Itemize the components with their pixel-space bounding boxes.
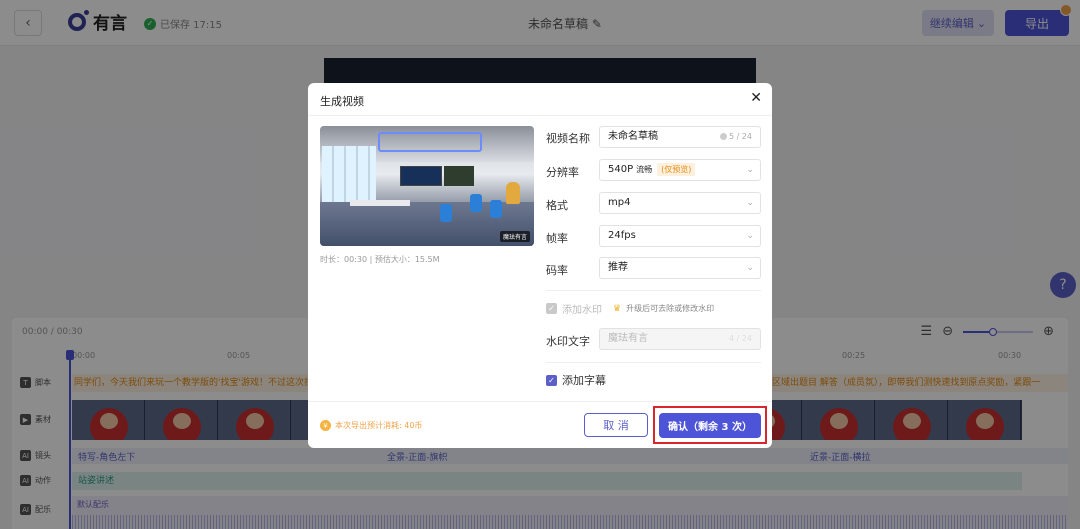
confirm-button[interactable]: 确认（剩余 3 次）	[659, 413, 761, 438]
generate-video-dialog: 生成视频 ✕ 魔珐有言 时长：00:30 | 预估大小：15.5M 视频名称 未…	[308, 83, 772, 448]
divider	[546, 362, 761, 363]
bitrate-select[interactable]: 推荐 ⌄	[599, 257, 761, 279]
thumbnail-screen	[400, 166, 442, 186]
video-thumbnail: 魔珐有言	[320, 126, 534, 246]
thumbnail-desk	[350, 200, 410, 206]
resolution-select[interactable]: 540P 流畅 (仅预览) ⌄	[599, 159, 761, 181]
video-name-counter: 5 / 24	[719, 127, 752, 147]
coin-icon: ¥	[320, 420, 331, 431]
thumbnail-light-ring	[378, 132, 482, 152]
video-name-counter-text: 5 / 24	[728, 132, 752, 141]
watermark-row: ✓ 添加水印 ♛ 升级后可去除或修改水印	[546, 301, 714, 316]
subtitle-label: 添加字幕	[562, 374, 606, 387]
watermark-text-label: 水印文字	[546, 335, 590, 348]
watermark-text-value: 魔珐有言	[608, 333, 648, 344]
preview-only-tag: (仅预览)	[657, 163, 696, 176]
video-meta-info: 时长：00:30 | 预估大小：15.5M	[320, 255, 440, 264]
dialog-header: 生成视频 ✕	[308, 83, 772, 116]
thumbnail-watermark: 魔珐有言	[499, 231, 530, 242]
thumbnail-chair	[490, 200, 502, 218]
thumbnail-window	[322, 146, 376, 206]
resolution-label: 分辨率	[546, 166, 579, 179]
chevron-down-icon: ⌄	[746, 231, 754, 241]
watermark-text-input[interactable]: 魔珐有言 4 / 24	[599, 328, 761, 350]
close-icon[interactable]: ✕	[750, 90, 762, 106]
resolution-quality: 流畅	[636, 165, 653, 174]
thumbnail-plant	[506, 182, 520, 204]
cancel-button[interactable]: 取 消	[584, 413, 648, 437]
crown-icon: ♛	[613, 303, 622, 314]
divider	[546, 290, 761, 291]
video-name-label: 视频名称	[546, 132, 590, 145]
bitrate-value: 推荐	[608, 262, 628, 273]
thumbnail-chair	[440, 204, 452, 222]
fps-select[interactable]: 24fps ⌄	[599, 225, 761, 247]
clear-icon[interactable]	[719, 133, 727, 140]
watermark-text-counter: 4 / 24	[728, 334, 752, 343]
cost-note-text: 本次导出预计消耗: 40币	[335, 421, 423, 430]
dialog-title: 生成视频	[320, 95, 364, 108]
cost-note: ¥ 本次导出预计消耗: 40币	[320, 420, 422, 431]
chevron-down-icon: ⌄	[746, 263, 754, 273]
fps-value: 24fps	[608, 230, 636, 241]
confirm-label: 确认（剩余 3 次）	[668, 422, 752, 433]
resolution-value: 540P	[608, 164, 634, 175]
thumbnail-board	[444, 166, 474, 186]
subtitle-row[interactable]: ✓ 添加字幕	[546, 372, 606, 388]
subtitle-checkbox[interactable]: ✓	[546, 374, 557, 386]
format-select[interactable]: mp4 ⌄	[599, 192, 761, 214]
fps-label: 帧率	[546, 232, 568, 245]
format-label: 格式	[546, 199, 568, 212]
dialog-footer: ¥ 本次导出预计消耗: 40币 取 消 确认（剩余 3 次）	[308, 401, 772, 448]
video-name-input[interactable]: 未命名草稿 5 / 24	[599, 126, 761, 148]
format-value: mp4	[608, 197, 631, 208]
chevron-down-icon: ⌄	[746, 198, 754, 208]
cancel-label: 取 消	[603, 419, 629, 432]
upgrade-tip[interactable]: 升级后可去除或修改水印	[626, 303, 714, 314]
bitrate-label: 码率	[546, 264, 568, 277]
thumbnail-chair	[470, 194, 482, 212]
video-name-value: 未命名草稿	[608, 131, 658, 142]
watermark-checkbox-label: 添加水印	[562, 305, 602, 316]
watermark-checkbox[interactable]: ✓	[546, 303, 557, 314]
chevron-down-icon: ⌄	[746, 165, 754, 175]
